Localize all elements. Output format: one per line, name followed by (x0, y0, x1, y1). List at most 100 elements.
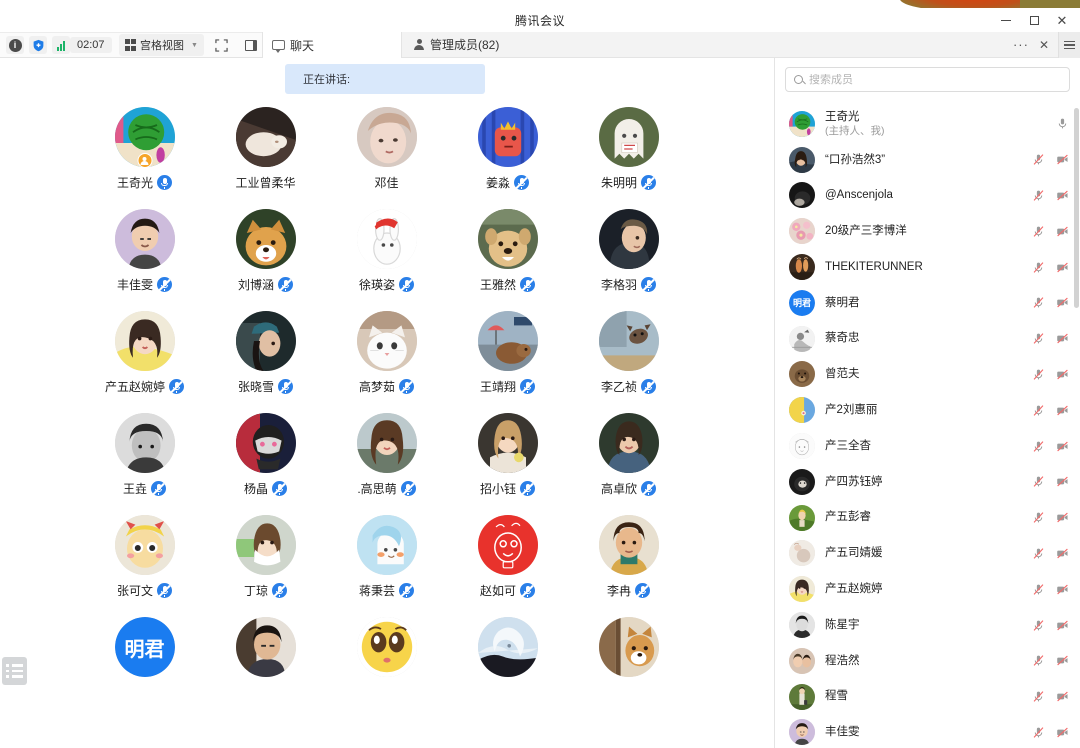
mic-muted-icon[interactable] (1032, 225, 1045, 238)
view-mode-selector[interactable]: 宫格视图 ▼ (118, 34, 204, 56)
member-row[interactable]: 产四苏钰婷 (775, 464, 1080, 500)
panel-close-button[interactable]: ✕ (1036, 38, 1052, 52)
camera-muted-icon[interactable] (1056, 690, 1069, 703)
participant-tile[interactable]: 邓佳 (326, 107, 447, 209)
member-row[interactable]: 丰佳雯 (775, 715, 1080, 748)
member-list-scrollbar[interactable] (1074, 108, 1079, 738)
maximize-button[interactable] (1020, 8, 1048, 32)
mic-muted-icon[interactable] (1032, 690, 1045, 703)
participant-tile[interactable]: 李乙祯 (568, 311, 689, 413)
member-row[interactable]: 蔡奇忠 (775, 321, 1080, 357)
participant-tile[interactable]: 杨晶 (205, 413, 326, 515)
meeting-info-button[interactable]: i (6, 36, 24, 54)
participant-tile[interactable]: 李冉 (568, 515, 689, 617)
member-row[interactable]: 产2刘惠丽 (775, 392, 1080, 428)
participant-tile[interactable]: 赵如可 (447, 515, 568, 617)
minimize-button[interactable] (992, 8, 1020, 32)
mic-muted-icon[interactable] (1032, 726, 1045, 739)
mic-muted-icon[interactable] (1032, 332, 1045, 345)
participant-tile[interactable]: 高卓欣 (568, 413, 689, 515)
mic-muted-icon[interactable] (1032, 475, 1045, 488)
participant-tile[interactable] (205, 617, 326, 719)
participant-tile[interactable] (326, 617, 447, 719)
participant-tile[interactable]: 姜淼 (447, 107, 568, 209)
mic-muted-icon[interactable] (1032, 296, 1045, 309)
participant-tile[interactable] (447, 617, 568, 719)
member-row[interactable]: 程雪 (775, 679, 1080, 715)
participant-tile[interactable]: .高思萌 (326, 413, 447, 515)
participant-tile[interactable]: 张晓雪 (205, 311, 326, 413)
camera-muted-icon[interactable] (1056, 619, 1069, 632)
participant-tile[interactable]: 王靖翔 (447, 311, 568, 413)
participant-tile[interactable]: 丰佳雯 (84, 209, 205, 311)
participant-tile[interactable]: 丁琼 (205, 515, 326, 617)
member-row[interactable]: 陈星宇 (775, 607, 1080, 643)
member-row[interactable]: 产五赵婉婷 (775, 571, 1080, 607)
camera-muted-icon[interactable] (1056, 511, 1069, 524)
mic-muted-icon[interactable] (1032, 619, 1045, 632)
participant-tile[interactable]: 蒋秉芸 (326, 515, 447, 617)
member-row[interactable]: 明君 蔡明君 (775, 285, 1080, 321)
participant-tile[interactable] (568, 617, 689, 719)
tab-members[interactable]: 管理成员(82) ··· ✕ (401, 32, 1058, 58)
participant-tile[interactable]: 徐瑛姿 (326, 209, 447, 311)
participant-tile[interactable]: 朱明明 (568, 107, 689, 209)
panel-more-button[interactable]: ··· (1011, 37, 1031, 52)
toggle-side-panel-button[interactable] (240, 35, 262, 55)
list-handle-button[interactable] (2, 657, 27, 685)
camera-muted-icon[interactable] (1056, 261, 1069, 274)
member-row[interactable]: @Anscenjola (775, 178, 1080, 214)
camera-muted-icon[interactable] (1056, 583, 1069, 596)
participant-tile[interactable]: 产五赵婉婷 (84, 311, 205, 413)
camera-muted-icon[interactable] (1056, 726, 1069, 739)
member-row[interactable]: 产五彭睿 (775, 500, 1080, 536)
member-row[interactable]: 程浩然 (775, 643, 1080, 679)
mic-muted-icon[interactable] (1032, 654, 1045, 667)
camera-muted-icon[interactable] (1056, 296, 1069, 309)
camera-muted-icon[interactable] (1056, 440, 1069, 453)
camera-muted-icon[interactable] (1056, 547, 1069, 560)
fullscreen-button[interactable] (211, 35, 233, 55)
camera-muted-icon[interactable] (1056, 368, 1069, 381)
participant-tile[interactable]: 李格羽 (568, 209, 689, 311)
camera-muted-icon[interactable] (1056, 153, 1069, 166)
mic-muted-icon[interactable] (1032, 189, 1045, 202)
mic-muted-icon[interactable] (1032, 261, 1045, 274)
mic-on-icon[interactable] (1056, 117, 1069, 130)
mic-muted-icon[interactable] (1032, 547, 1045, 560)
mic-muted-icon[interactable] (1032, 440, 1045, 453)
mic-muted-icon[interactable] (1032, 583, 1045, 596)
camera-muted-icon[interactable] (1056, 404, 1069, 417)
participant-tile[interactable]: 王奇光 (84, 107, 205, 209)
camera-muted-icon[interactable] (1056, 654, 1069, 667)
participant-tile[interactable]: 招小钰 (447, 413, 568, 515)
participant-tile[interactable]: 工业曾柔华 (205, 107, 326, 209)
member-row[interactable]: 20级产三李博洋 (775, 213, 1080, 249)
participant-tile[interactable]: 张可文 (84, 515, 205, 617)
participant-tile[interactable]: 王雅然 (447, 209, 568, 311)
close-button[interactable]: ✕ (1048, 8, 1076, 32)
camera-muted-icon[interactable] (1056, 332, 1069, 345)
member-row[interactable]: THEKITERUNNER (775, 249, 1080, 285)
security-button[interactable] (29, 36, 47, 54)
member-row[interactable]: 曾范夫 (775, 357, 1080, 393)
mic-muted-icon[interactable] (1032, 153, 1045, 166)
participant-tile[interactable]: 高梦茹 (326, 311, 447, 413)
member-row[interactable]: 王奇光 (主持人、我) (775, 106, 1080, 142)
network-status-button[interactable] (52, 36, 70, 54)
participant-tile[interactable]: 明君 (84, 617, 205, 719)
scrollbar-thumb[interactable] (1074, 108, 1079, 308)
camera-muted-icon[interactable] (1056, 475, 1069, 488)
camera-muted-icon[interactable] (1056, 189, 1069, 202)
mic-muted-icon[interactable] (1032, 511, 1045, 524)
member-row[interactable]: 产五司婧媛 (775, 536, 1080, 572)
camera-muted-icon[interactable] (1056, 225, 1069, 238)
search-input[interactable] (809, 73, 1061, 86)
mic-muted-icon[interactable] (1032, 368, 1045, 381)
member-row[interactable]: 产三全杳 (775, 428, 1080, 464)
mic-muted-icon[interactable] (1032, 404, 1045, 417)
tab-chat[interactable]: 聊天 (261, 32, 402, 58)
search-box[interactable] (785, 67, 1070, 92)
participant-tile[interactable]: 王垚 (84, 413, 205, 515)
member-row[interactable]: “口孙浩然3” (775, 142, 1080, 178)
